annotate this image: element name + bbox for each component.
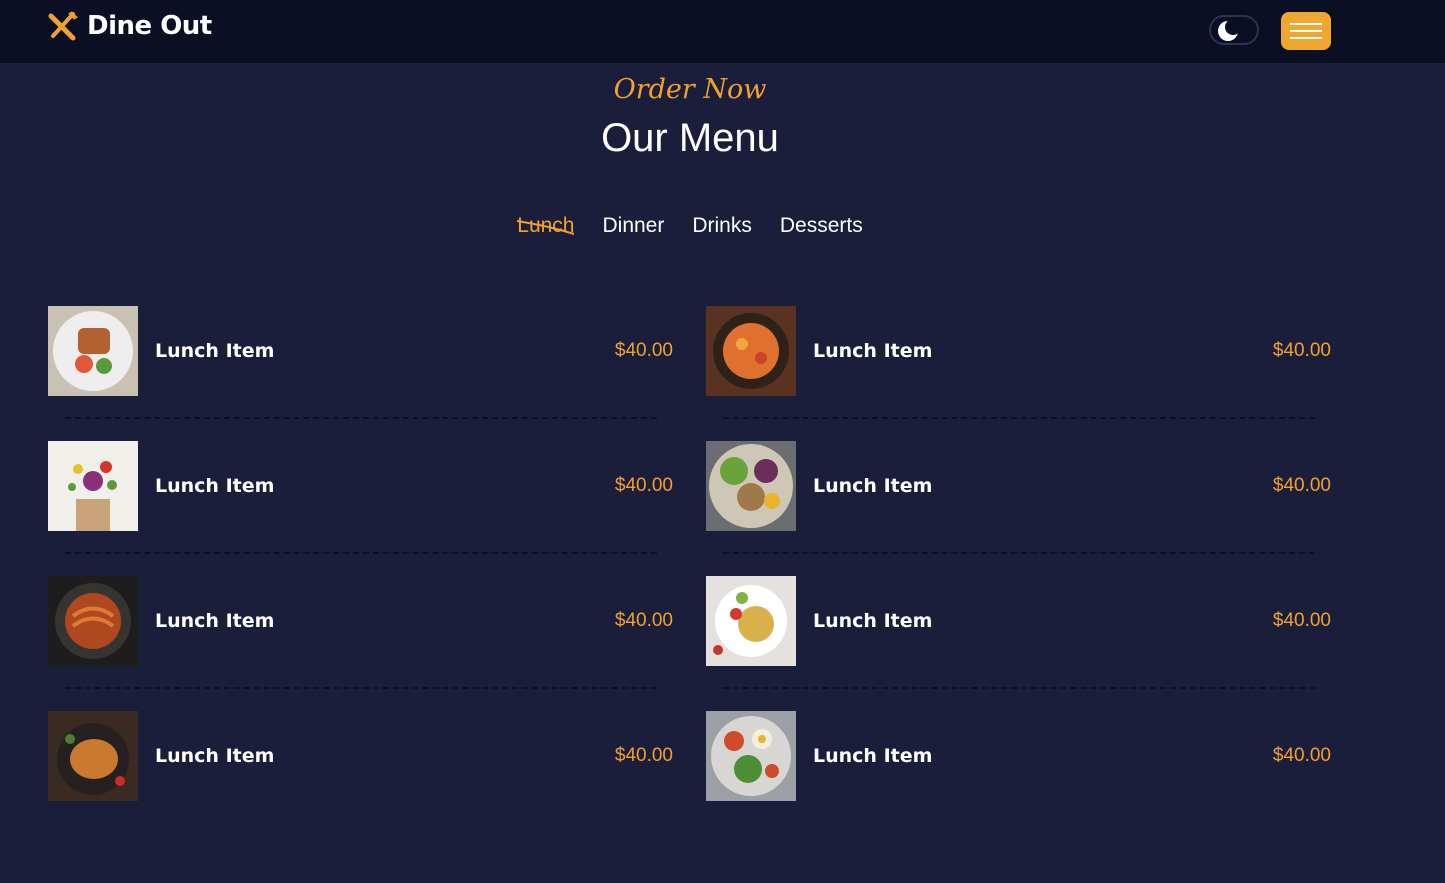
hamburger-bar (1290, 37, 1322, 39)
hamburger-icon (1290, 23, 1322, 25)
menu-item-image (706, 576, 796, 666)
menu-tabs: Lunch Dinner Drinks Desserts (0, 214, 1380, 238)
menu-item-name: Lunch Item (155, 745, 275, 767)
menu-item-image (48, 441, 138, 531)
menu-item[interactable]: Lunch Item $40.00 (48, 576, 673, 666)
item-divider (723, 552, 1315, 554)
item-divider (65, 552, 657, 554)
menu-item-image (706, 306, 796, 396)
menu-item-name: Lunch Item (155, 340, 275, 362)
menu-item-image (48, 711, 138, 801)
theme-toggle[interactable] (1209, 15, 1259, 45)
menu-item-price: $40.00 (1272, 745, 1331, 766)
menu-button[interactable] (1281, 12, 1331, 50)
menu-item-name: Lunch Item (155, 610, 275, 632)
page-title: Our Menu (601, 116, 779, 160)
menu-item-price: $40.00 (1272, 610, 1331, 631)
menu-item-image (48, 576, 138, 666)
hamburger-bar (1290, 30, 1322, 32)
brand-logo[interactable]: Dine Out (47, 10, 212, 42)
menu-item[interactable]: Lunch Item $40.00 (48, 711, 673, 801)
tab-desserts[interactable]: Desserts (780, 214, 863, 238)
menu-item-name: Lunch Item (813, 745, 933, 767)
menu-item[interactable]: Lunch Item $40.00 (706, 441, 1331, 531)
menu-item[interactable]: Lunch Item $40.00 (706, 576, 1331, 666)
tab-drinks[interactable]: Drinks (692, 214, 752, 238)
menu-item-image (706, 441, 796, 531)
section-eyebrow: Order Now (613, 74, 767, 105)
item-divider (65, 687, 657, 689)
item-divider (723, 417, 1315, 419)
menu-item[interactable]: Lunch Item $40.00 (48, 306, 673, 396)
top-nav-bar: Dine Out (0, 0, 1445, 63)
menu-item-price: $40.00 (1272, 340, 1331, 361)
tab-dinner[interactable]: Dinner (602, 214, 664, 238)
menu-item[interactable]: Lunch Item $40.00 (48, 441, 673, 531)
menu-item-name: Lunch Item (813, 610, 933, 632)
menu-item-name: Lunch Item (155, 475, 275, 497)
brand-name: Dine Out (87, 11, 212, 41)
menu-item-price: $40.00 (614, 340, 673, 361)
menu-item-image (48, 306, 138, 396)
item-divider (723, 687, 1315, 689)
tab-label: Lunch (517, 214, 575, 237)
menu-item-price: $40.00 (614, 475, 673, 496)
item-divider (65, 417, 657, 419)
menu-item-name: Lunch Item (813, 340, 933, 362)
tab-lunch[interactable]: Lunch (517, 214, 575, 238)
menu-item[interactable]: Lunch Item $40.00 (706, 306, 1331, 396)
menu-item-name: Lunch Item (813, 475, 933, 497)
menu-item-price: $40.00 (1272, 475, 1331, 496)
menu-item-image (706, 711, 796, 801)
moon-icon (1218, 20, 1239, 41)
menu-item-price: $40.00 (614, 745, 673, 766)
menu-item-price: $40.00 (614, 610, 673, 631)
menu-item[interactable]: Lunch Item $40.00 (706, 711, 1331, 801)
fork-knife-icon (48, 11, 78, 41)
